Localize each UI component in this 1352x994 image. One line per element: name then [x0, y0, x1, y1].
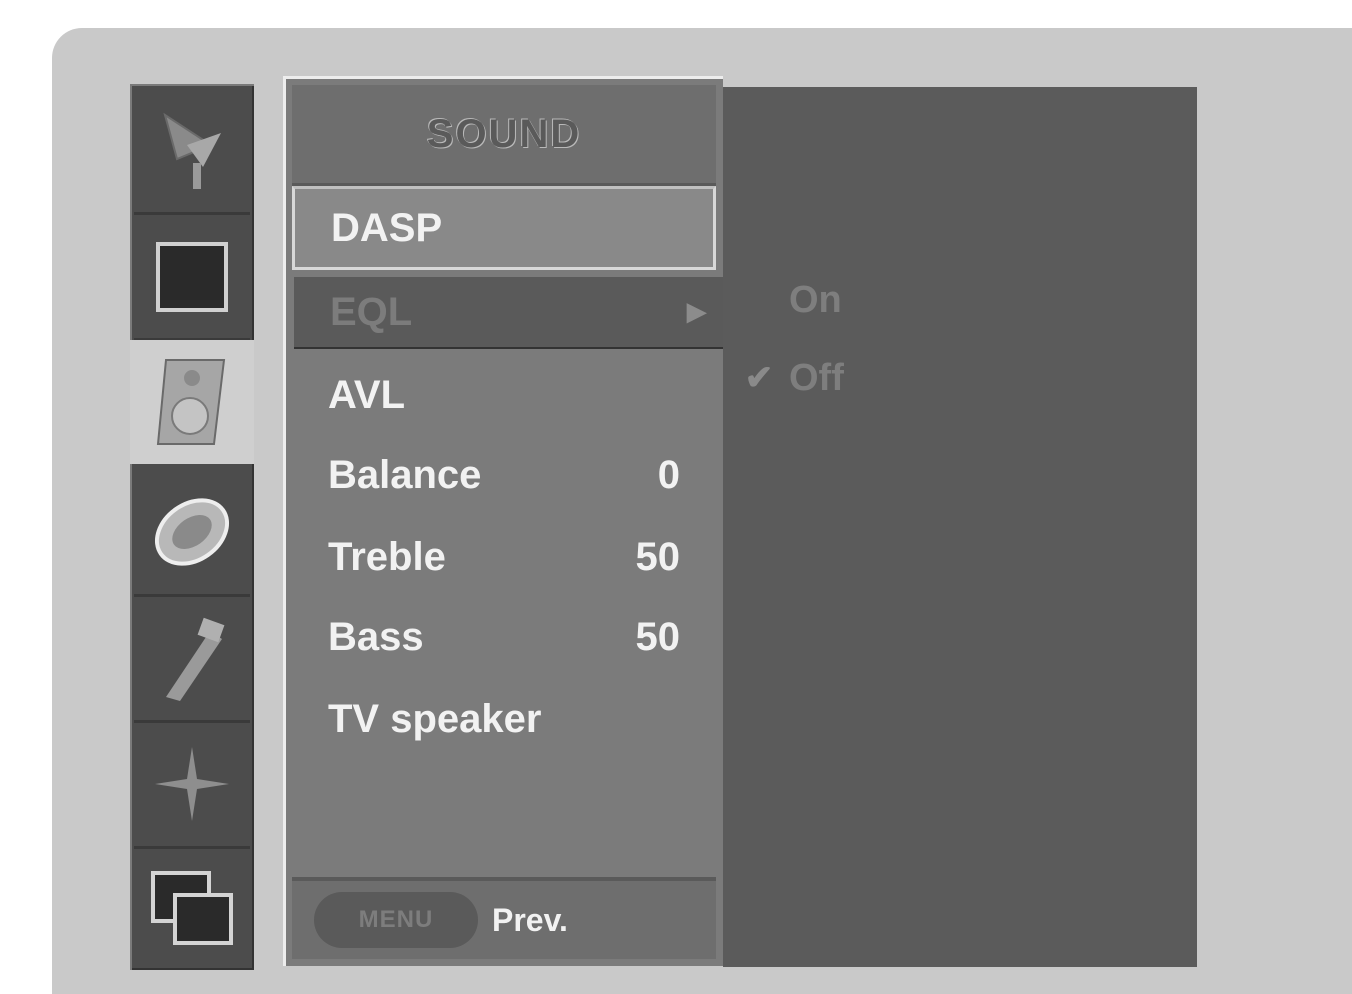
category-icon-bar: [130, 84, 254, 970]
category-option[interactable]: [134, 722, 250, 849]
menu-item-treble[interactable]: Treble 50: [292, 517, 716, 597]
picture-icon: [156, 242, 228, 312]
category-setup[interactable]: [134, 596, 250, 723]
submenu-panel: On ✔ Off: [723, 87, 1197, 967]
menu-item-label: TV speaker: [328, 696, 542, 741]
category-sound[interactable]: [130, 340, 254, 464]
menu-item-balance[interactable]: Balance 0: [292, 435, 716, 515]
menu-item-value: 50: [635, 614, 681, 659]
speaker-icon: [156, 359, 226, 445]
submenu-arrow-icon: ►: [680, 292, 714, 331]
menu-item-label: DASP: [331, 205, 443, 250]
menu-footer: MENU Prev.: [292, 877, 716, 959]
menu-item-value: 50: [635, 534, 681, 579]
menu-item-label: AVL: [328, 372, 406, 417]
menu-item-value: 0: [657, 452, 680, 497]
menu-item-eql-selected[interactable]: EQL ►: [294, 277, 732, 347]
option-label: Off: [789, 356, 844, 399]
menu-item-label: Bass: [328, 614, 424, 659]
sparkle-icon: [155, 747, 229, 821]
menu-title: SOUND: [292, 85, 716, 187]
prev-label: Prev.: [492, 901, 568, 938]
checkmark-icon: ✔: [744, 359, 774, 397]
menu-item-bass[interactable]: Bass 50: [292, 597, 716, 677]
antenna-icon: [163, 112, 221, 189]
category-picture[interactable]: [134, 214, 250, 341]
menu-item-dasp[interactable]: DASP: [292, 186, 716, 270]
menu-item-label: Balance: [328, 452, 482, 497]
category-time[interactable]: [134, 470, 250, 597]
option-label: On: [789, 278, 842, 321]
sound-menu-panel: SOUND DASP EQL ► AVL Balance 0 Treble 50…: [283, 76, 732, 966]
time-icon: [154, 498, 230, 566]
option-on[interactable]: On: [729, 275, 842, 325]
menu-item-label: EQL: [330, 289, 413, 334]
category-channel[interactable]: [134, 88, 250, 215]
category-input[interactable]: [134, 848, 250, 972]
menu-item-label: Treble: [328, 534, 446, 579]
menu-button[interactable]: MENU: [314, 892, 478, 948]
menu-item-avl[interactable]: AVL: [292, 355, 716, 435]
menu-item-tv-speaker[interactable]: TV speaker: [292, 679, 716, 759]
option-off[interactable]: ✔ Off: [729, 353, 844, 403]
setup-icon: [166, 617, 225, 701]
input-source-icon: [151, 871, 233, 945]
